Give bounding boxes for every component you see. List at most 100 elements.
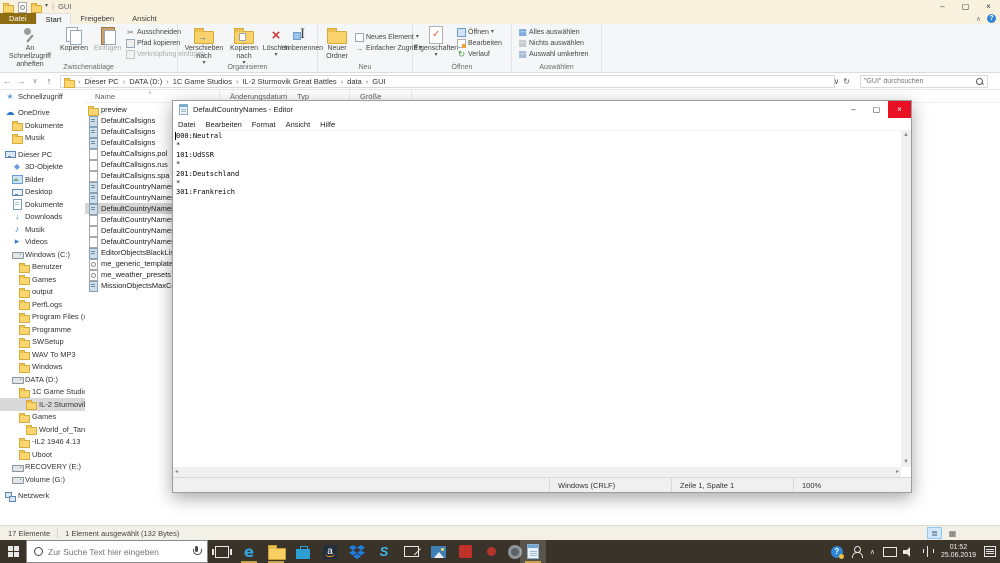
- menu-item[interactable]: Ansicht: [281, 120, 316, 129]
- vertical-scrollbar[interactable]: ▲ ▼: [901, 130, 911, 467]
- open-button[interactable]: Öffnen▾: [457, 27, 502, 38]
- tray-usb[interactable]: [919, 540, 937, 563]
- taskbar-dropbox[interactable]: [344, 540, 370, 563]
- sidebar-item[interactable]: Downloads: [0, 211, 85, 224]
- microphone-icon[interactable]: [192, 546, 201, 558]
- move-to-button[interactable]: → Verschieben nach▾: [183, 26, 225, 66]
- notepad-close-button[interactable]: ×: [888, 101, 911, 118]
- taskbar-mail[interactable]: [398, 540, 424, 563]
- sidebar-item[interactable]: Games: [0, 411, 85, 424]
- sidebar-item[interactable]: Benutzer: [0, 261, 85, 274]
- sidebar-item[interactable]: 3D-Objekte: [0, 161, 85, 174]
- sidebar-item[interactable]: Program Files (x86: [0, 311, 85, 324]
- copy-to-button[interactable]: Kopieren nach▾: [225, 26, 263, 66]
- ribbon-tab[interactable]: Datei: [0, 13, 36, 24]
- sort-ascending-icon[interactable]: ∧: [148, 90, 152, 96]
- select-all-button[interactable]: ▦Alles auswählen: [518, 27, 589, 38]
- tray-action-center[interactable]: [980, 540, 1000, 563]
- details-view-toggle[interactable]: ≣: [927, 527, 942, 539]
- sidebar-item[interactable]: Musik: [0, 223, 85, 236]
- sidebar-item[interactable]: Games: [0, 273, 85, 286]
- sidebar-item[interactable]: Desktop: [0, 186, 85, 199]
- notepad-text-area[interactable]: 000:Neutral*101:UdSSR*201:Deutschland*30…: [173, 130, 901, 467]
- breadcrumb-item[interactable]: IL-2 Sturmovik Great Battles: [232, 77, 337, 86]
- sidebar-item[interactable]: PerfLogs: [0, 298, 85, 311]
- sidebar-item[interactable]: Dokumente: [0, 119, 85, 132]
- select-none-button[interactable]: ▦Nichts auswählen: [518, 38, 589, 49]
- ribbon-collapse-icon[interactable]: ∧: [976, 15, 981, 23]
- forward-icon[interactable]: →: [14, 76, 28, 86]
- edit-button[interactable]: Bearbeiten: [457, 38, 502, 49]
- menu-item[interactable]: Hilfe: [315, 120, 340, 129]
- invert-selection-button[interactable]: ▦Auswahl umkehren: [518, 49, 589, 60]
- sidebar-item[interactable]: WAV To MP3: [0, 348, 85, 361]
- sidebar-item[interactable]: RECOVERY (E:): [0, 461, 85, 474]
- sidebar-item[interactable]: World_of_Tanks: [0, 423, 85, 436]
- sidebar-item[interactable]: Windows: [0, 361, 85, 374]
- sidebar-item[interactable]: Netzwerk: [0, 490, 85, 503]
- taskbar-notepad[interactable]: [520, 540, 546, 563]
- recent-locations-icon[interactable]: ∨: [28, 77, 42, 85]
- sidebar-item[interactable]: Uboot: [0, 448, 85, 461]
- taskbar-photos[interactable]: [425, 540, 451, 563]
- taskbar-amazon[interactable]: a: [317, 540, 343, 563]
- paste-button[interactable]: Einfügen: [91, 26, 124, 53]
- scroll-up-icon[interactable]: ▲: [901, 130, 911, 140]
- qat-new-folder-icon[interactable]: [31, 2, 41, 12]
- history-button[interactable]: ↻Verlauf: [457, 49, 502, 60]
- menu-item[interactable]: Bearbeiten: [201, 120, 247, 129]
- taskbar-skype[interactable]: S: [371, 540, 397, 563]
- large-icons-view-toggle[interactable]: ▦: [945, 527, 960, 539]
- qat-customize-arrow-icon[interactable]: ▾: [45, 4, 48, 9]
- taskbar-il2-app[interactable]: [452, 540, 478, 563]
- breadcrumb-item[interactable]: data: [337, 77, 362, 86]
- taskbar-edge[interactable]: e: [236, 540, 262, 563]
- tray-network[interactable]: [879, 540, 899, 563]
- address-field[interactable]: Dieser PCDATA (D:)1C Game StudiosIL-2 St…: [60, 75, 835, 88]
- taskbar-search-box[interactable]: [26, 540, 208, 563]
- start-button[interactable]: [0, 540, 26, 563]
- breadcrumb-item[interactable]: Dieser PC: [85, 77, 119, 86]
- sidebar-item[interactable]: Musik: [0, 132, 85, 145]
- breadcrumb-item[interactable]: GUI: [362, 77, 386, 86]
- tray-help[interactable]: ?: [827, 540, 847, 563]
- sidebar-item[interactable]: Schnellzugriff: [0, 90, 85, 103]
- scroll-right-icon[interactable]: ▸: [894, 467, 901, 477]
- sidebar-item[interactable]: Dokumente: [0, 198, 85, 211]
- task-view-button[interactable]: [209, 540, 235, 563]
- pin-to-quick-access-button[interactable]: An Schnellzugriff anheften: [4, 26, 56, 69]
- qat-properties-icon[interactable]: [17, 2, 27, 12]
- sidebar-item[interactable]: OneDrive: [0, 107, 85, 120]
- help-icon[interactable]: ?: [987, 14, 996, 23]
- taskbar-clock[interactable]: 01:52 25.06.2019: [937, 544, 980, 560]
- menu-item[interactable]: Datei: [173, 120, 201, 129]
- new-folder-button[interactable]: Neuer Ordner: [321, 26, 353, 61]
- sidebar-item[interactable]: output: [0, 286, 85, 299]
- sidebar-item[interactable]: Bilder: [0, 173, 85, 186]
- sidebar-item[interactable]: DATA (D:): [0, 373, 85, 386]
- ribbon-tab[interactable]: Freigeben: [71, 13, 123, 24]
- sidebar-item[interactable]: -IL2 1946 4.13: [0, 436, 85, 449]
- breadcrumb-item[interactable]: 1C Game Studios: [162, 77, 232, 86]
- up-icon[interactable]: ↑: [42, 76, 56, 86]
- scroll-left-icon[interactable]: ◂: [173, 467, 180, 477]
- address-dropdown-icon[interactable]: ∨: [833, 77, 839, 86]
- ribbon-tab[interactable]: Ansicht: [123, 13, 166, 24]
- tray-hidden-icons[interactable]: ∧: [866, 540, 879, 563]
- sidebar-item[interactable]: Programme: [0, 323, 85, 336]
- taskbar-store[interactable]: [290, 540, 316, 563]
- breadcrumb-item[interactable]: DATA (D:): [119, 77, 163, 86]
- back-icon[interactable]: ←: [0, 76, 14, 86]
- sidebar-item[interactable]: Windows (C:): [0, 248, 85, 261]
- scroll-down-icon[interactable]: ▼: [901, 457, 911, 467]
- rename-button[interactable]: Umbenennen: [286, 26, 318, 53]
- taskbar-search-input[interactable]: [48, 547, 192, 557]
- explorer-search-input[interactable]: [864, 78, 975, 85]
- horizontal-scrollbar[interactable]: ◂ ▸: [173, 467, 901, 477]
- properties-button[interactable]: Eigenschaften▾: [417, 26, 455, 58]
- sidebar-item[interactable]: Volume (G:): [0, 473, 85, 486]
- sidebar-item[interactable]: IL-2 Sturmovik G: [0, 398, 85, 411]
- taskbar-file-explorer[interactable]: [263, 540, 289, 563]
- maximize-button[interactable]: ▢: [954, 0, 977, 13]
- ribbon-tab[interactable]: Start: [36, 13, 72, 24]
